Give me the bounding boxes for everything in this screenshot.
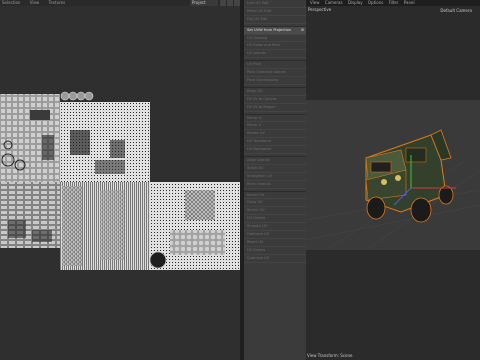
uv-menu-item[interactable]: Mirror U [244,115,306,123]
uv-menu-item-label: UV Unwrap [247,35,268,40]
uv-menu-item-label: Quantize UV [247,255,270,260]
uv-menu-item[interactable]: Flip UV Edit [244,16,306,24]
uv-islands-canvas[interactable] [0,90,240,270]
uv-menu-item[interactable]: Reset UV [244,239,306,247]
uv-menu-item-label: Reset UV [247,239,264,244]
uv-menu-item[interactable]: Mirror V [244,122,306,131]
uv-menu-item-label: UV Pack [247,62,262,67]
view-transform-label: View Transform: Scene [307,353,353,358]
uv-menu-item[interactable]: UV Transform [244,138,306,147]
uv-commands-menu: Live UV Edit Relax UV Edit Flip UV Edit Set… [244,0,306,360]
uv-menu-item[interactable]: UV Pack [244,61,306,70]
uv-menu-item[interactable]: Smooth UV [244,223,306,232]
uv-menu-item[interactable]: Stitch UV [244,165,306,173]
vp-menu-view[interactable]: View [310,0,320,5]
uv-menu-item-label: Pack Overlapping [247,78,279,83]
uv-menu-item-label: UV Relax and Pack [247,43,281,48]
uv-menu-item-label: Live UV Edit [247,1,269,5]
uv-menu-item[interactable]: Live UV Edit [244,0,306,8]
uv-menu-item-label: UV Islands [247,51,266,56]
gear-icon[interactable]: ⚙ [301,27,304,34]
viewport-view-label: Perspective [308,7,332,12]
toolbar-icon[interactable] [233,0,240,6]
uv-menu-item[interactable]: Select UV [244,192,306,200]
vp-menu-cameras[interactable]: Cameras [325,0,343,5]
uv-menu-item[interactable]: UV Unfold [244,215,306,224]
uv-menu-item[interactable]: Quantize UV [244,255,306,263]
camera-label[interactable]: Default Camera [440,8,472,13]
uv-menu-item-label: Mirror U [247,115,262,120]
uv-menu-item-label: Smooth UV [247,224,268,229]
viewport-3d[interactable]: View Cameras Display Options Filter Pane… [306,0,480,360]
uv-menu-item-label: Mirror V [247,123,262,128]
uv-menu-item-label: Fit UV to Canvas [247,96,277,101]
uv-menu-item[interactable]: UV Normalize [244,146,306,155]
uv-menu-item[interactable]: Relax Islands [244,181,306,189]
uv-menu-item[interactable]: Fit UV to Region [244,104,306,112]
uv-menu-item[interactable]: Optimize UV [244,231,306,239]
uv-menu-item-label: Shrink UV [247,208,265,213]
uv-menu-item-label: Set UVW from Projection [247,27,292,32]
uv-menu-item[interactable]: Pack Selected Islands [244,69,306,78]
uv-menu-item[interactable]: Grow UV [244,199,306,208]
vp-menu-filter[interactable]: Filter [389,0,399,5]
uv-menu-item-label: Optimize UV [247,232,270,237]
uv-menu-item-label: Straighten UV [247,173,273,178]
toolbar-icon[interactable] [226,0,233,6]
uv-menu-item[interactable]: Straighten UV [244,173,306,181]
scene-area[interactable] [306,100,480,250]
viewport-menubar: View Cameras Display Options Filter Pane… [306,0,480,6]
uv-menu-item-label: Flip UV Edit [247,16,268,21]
uv-menu-item[interactable]: UV Unwrap [244,35,306,43]
uv-menu-item-label: UV Transform [247,139,272,144]
uv-menu-item-label: Align Islands [247,158,270,163]
uv-menu-item-label: Rotate UV [247,131,265,136]
uv-menu-item-label: Grow UV [247,200,263,205]
uv-menu-item[interactable]: UV Relax and Pack [244,42,306,51]
toolbar-icon[interactable] [219,0,226,6]
menu-selection[interactable]: Selection [2,0,20,6]
uv-menu-item[interactable]: Relax UV Edit [244,8,306,16]
uv-menu-item-label: UV Normalize [247,147,272,152]
vp-menu-options[interactable]: Options [368,0,383,5]
vp-menu-display[interactable]: Display [348,0,363,5]
uv-menu-item-label: Pack Selected Islands [247,70,286,75]
uv-menu-item-label: Stitch UV [247,165,264,170]
uv-menu-item-label: Relax Islands [247,181,271,186]
menu-textures[interactable]: Textures [49,0,66,6]
uv-menu-item-label: Align UV [247,88,263,93]
uv-menu-item-label: UV Unfold [247,216,265,221]
project-select[interactable]: Project [190,0,218,6]
uv-menu-item[interactable]: Rotate UV [244,130,306,139]
uv-menu-item[interactable]: Set UVW from Projection ⚙ [244,26,306,35]
truck-model [365,129,454,223]
uv-menu-item[interactable]: UV Seams [244,247,306,255]
menu-view[interactable]: View [30,0,40,6]
uv-menu-item[interactable]: Shrink UV [244,207,306,216]
uv-menu-item-label: Select UV [247,192,265,197]
uv-menu-item-label: UV Seams [247,247,266,252]
uv-menu-item[interactable]: Align Islands [244,157,306,165]
uv-menu-item[interactable]: UV Islands [244,50,306,59]
uv-editor-panel[interactable]: Selection View Textures Project [0,0,240,360]
uv-menu-item[interactable]: Pack Overlapping [244,77,306,85]
uv-menu-item[interactable]: Fit UV to Canvas [244,96,306,104]
vp-menu-panel[interactable]: Panel [404,0,415,5]
uv-menu-item[interactable]: Align UV [244,88,306,96]
uv-menu-item-label: Fit UV to Region [247,104,276,109]
uv-menu-item-label: Relax UV Edit [247,8,272,13]
